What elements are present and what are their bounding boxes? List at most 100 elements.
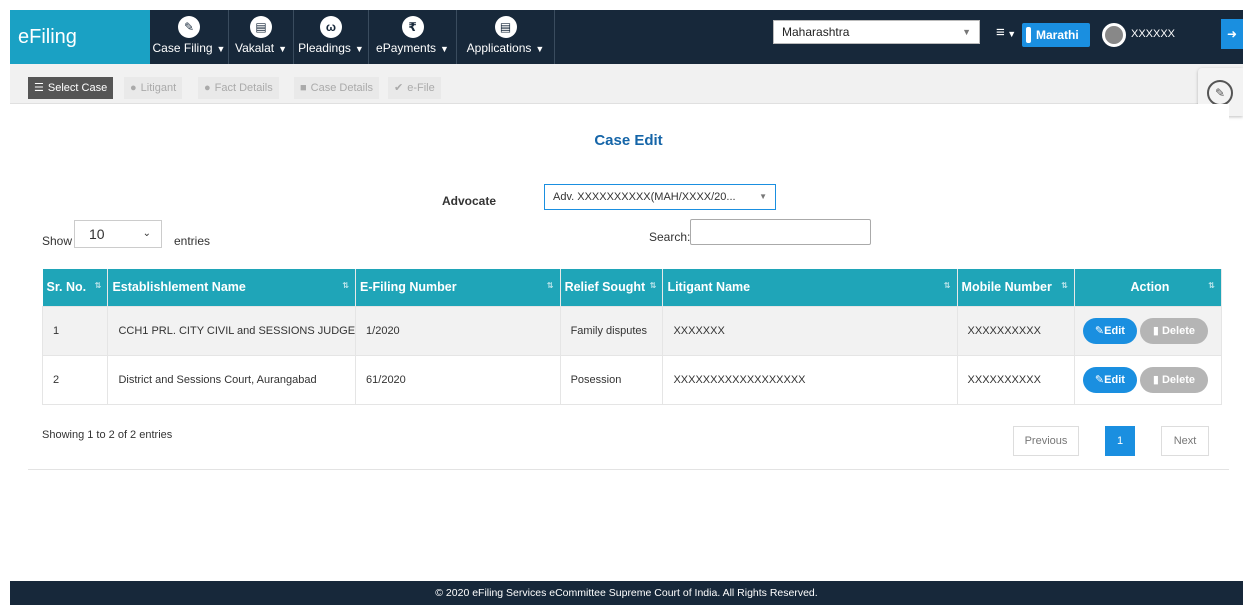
col-efiling-number[interactable]: E-Filing Number ⇅ xyxy=(355,269,561,306)
cell-relief-sought: Posession xyxy=(559,354,664,405)
cell-litigant-name: XXXXXXX xyxy=(662,305,958,356)
tab-select-case-label: Select Case xyxy=(47,82,108,94)
tab-litigant[interactable]: ● Litigant xyxy=(124,77,183,99)
menu-toggle[interactable]: ≡ ▼ xyxy=(996,24,1016,41)
col-establishment-name[interactable]: Establishlement Name ⇅ xyxy=(107,269,357,306)
language-button[interactable]: Marathi xyxy=(1022,23,1090,47)
nav-applications[interactable]: ▤ Applications ▼ xyxy=(457,10,555,64)
show-label: Show xyxy=(42,234,73,248)
document-icon: ▤ xyxy=(494,16,517,38)
nav-pleadings[interactable]: ω Pleadings ▼ xyxy=(294,10,369,64)
username[interactable]: XXXXXX xyxy=(1131,28,1175,40)
pagination-next[interactable]: Next xyxy=(1161,426,1209,456)
chevron-down-icon: ▼ xyxy=(962,27,971,37)
sort-icon: ⇅ xyxy=(546,281,554,290)
tab-fact-details[interactable]: ● Fact Details xyxy=(198,77,279,99)
rupee-icon: ₹ xyxy=(401,16,424,38)
cases-table: Sr. No. ⇅ Establishlement Name ⇅ E-Filing … xyxy=(41,269,1223,405)
cell-sr-no: 1 xyxy=(41,305,109,356)
cell-action: ✎Edit ▮ Delete xyxy=(1073,354,1223,405)
cell-relief-sought: Family disputes xyxy=(559,305,664,356)
caret-down-icon: ▼ xyxy=(535,44,545,54)
cell-sr-no: 2 xyxy=(41,354,109,405)
sort-icon: ⇅ xyxy=(94,281,102,290)
hands-icon: ω xyxy=(320,16,342,38)
nav-pleadings-label: Pleadings xyxy=(298,41,351,55)
cell-establishment: District and Sessions Court, Aurangabad xyxy=(107,354,357,405)
state-select-value: Maharashtra xyxy=(782,25,850,39)
cell-litigant-name: XXXXXXXXXXXXXXXXXX xyxy=(662,354,958,405)
table-header-row: Sr. No. ⇅ Establishlement Name ⇅ E-Filing … xyxy=(42,269,1223,306)
edit-button-label: Edit xyxy=(1104,324,1125,337)
logout-icon: ➜ xyxy=(1226,27,1238,41)
advocate-select-value: Adv. XXXXXXXXXX(MAH/XXXX/20... xyxy=(553,191,736,203)
nav-epayments[interactable]: ₹ ePayments ▼ xyxy=(369,10,457,64)
cell-mobile-number: XXXXXXXXXX xyxy=(956,354,1075,405)
cell-efiling-number: 1/2020 xyxy=(355,305,561,356)
entries-select[interactable]: 10 ⌄ xyxy=(74,220,162,248)
table-row: 1 CCH1 PRL. CITY CIVIL and SESSIONS JUDG… xyxy=(41,305,1223,356)
avatar[interactable] xyxy=(1102,23,1126,47)
col-relief-sought[interactable]: Relief Sought ⇅ xyxy=(560,269,664,306)
cell-establishment: CCH1 PRL. CITY CIVIL and SESSIONS JUDGE xyxy=(107,305,357,356)
col-action-label: Action xyxy=(1130,280,1170,295)
sort-icon: ⇅ xyxy=(943,281,951,290)
pagination-previous[interactable]: Previous xyxy=(1013,426,1079,456)
tab-select-case[interactable]: ☰ Select Case xyxy=(28,77,114,99)
state-select[interactable]: Maharashtra ▼ xyxy=(773,20,980,44)
delete-button-label: Delete xyxy=(1161,324,1195,337)
sort-icon: ⇅ xyxy=(342,281,350,290)
advocate-label: Advocate xyxy=(442,194,497,208)
user-icon: ● xyxy=(204,82,211,94)
nav-applications-label: Applications xyxy=(466,41,532,55)
sort-icon: ⇅ xyxy=(649,281,657,290)
col-sr-no-label: Sr. No. xyxy=(46,280,87,295)
search-input[interactable] xyxy=(690,219,871,245)
delete-button[interactable]: ▮ Delete xyxy=(1139,366,1208,393)
col-action[interactable]: Action ⇅ xyxy=(1074,269,1223,306)
edit-button[interactable]: ✎Edit xyxy=(1082,366,1137,393)
top-navbar: eFiling Services ✎ Case Filing▼ ▤ Vakala… xyxy=(10,10,1243,102)
page-title: Case Edit xyxy=(594,132,663,149)
pagination-page-1[interactable]: 1 xyxy=(1105,426,1135,456)
col-litigant-name-label: Litigant Name xyxy=(667,280,751,295)
file-icon: ■ xyxy=(300,82,307,94)
brand-logo[interactable]: eFiling Services xyxy=(10,10,150,102)
main-content: Case Edit Advocate Adv. XXXXXXXXXX(MAH/X… xyxy=(28,104,1229,470)
col-relief-sought-label: Relief Sought xyxy=(564,280,646,295)
tab-case-details[interactable]: ■ Case Details xyxy=(294,77,380,99)
nav-vakalat-label: Vakalat xyxy=(234,41,275,55)
hamburger-icon: ≡ xyxy=(996,24,1005,41)
col-litigant-name[interactable]: Litigant Name ⇅ xyxy=(662,269,958,306)
trash-icon: ▮ xyxy=(1152,324,1162,337)
logout-button[interactable]: ➜ xyxy=(1221,19,1243,49)
edit-button[interactable]: ✎Edit xyxy=(1082,317,1137,344)
nav-case-filing[interactable]: ✎ Case Filing ▼ xyxy=(150,10,229,64)
nav-case-filing-label: Case Filing xyxy=(152,41,213,55)
entries-select-value: 10 xyxy=(89,226,105,242)
tab-litigant-label: Litigant xyxy=(140,82,177,94)
col-mobile-number-label: Mobile Number xyxy=(961,280,1052,295)
sort-icon: ⇅ xyxy=(1061,281,1068,290)
tab-e-file[interactable]: ✔ e-File xyxy=(388,77,441,99)
document-icon: ▤ xyxy=(250,16,272,38)
chevron-down-icon: ⌄ xyxy=(142,228,151,239)
app-frame: eFiling Services ✎ Case Filing▼ ▤ Vakala… xyxy=(0,0,1243,605)
delete-button[interactable]: ▮ Delete xyxy=(1139,317,1208,344)
advocate-select[interactable]: Adv. XXXXXXXXXX(MAH/XXXX/20... ▼ xyxy=(544,184,776,210)
col-mobile-number[interactable]: Mobile Number ⇅ xyxy=(957,269,1075,306)
user-icon: ● xyxy=(130,82,137,94)
col-sr-no[interactable]: Sr. No. ⇅ xyxy=(42,269,109,306)
nav-vakalat[interactable]: ▤ Vakalat ▼ xyxy=(229,10,294,64)
chevron-down-icon: ▼ xyxy=(759,192,767,201)
caret-down-icon: ▼ xyxy=(278,44,288,54)
top-strip xyxy=(0,0,1243,10)
edit-icon: ✎ xyxy=(1094,324,1105,337)
edit-icon: ✎ xyxy=(1207,80,1233,106)
entries-label: entries xyxy=(174,234,211,248)
delete-button-label: Delete xyxy=(1161,373,1195,386)
trash-icon: ▮ xyxy=(1152,373,1162,386)
col-efiling-number-label: E-Filing Number xyxy=(360,280,457,295)
tab-e-file-label: e-File xyxy=(407,82,435,94)
cell-efiling-number: 61/2020 xyxy=(355,354,561,405)
